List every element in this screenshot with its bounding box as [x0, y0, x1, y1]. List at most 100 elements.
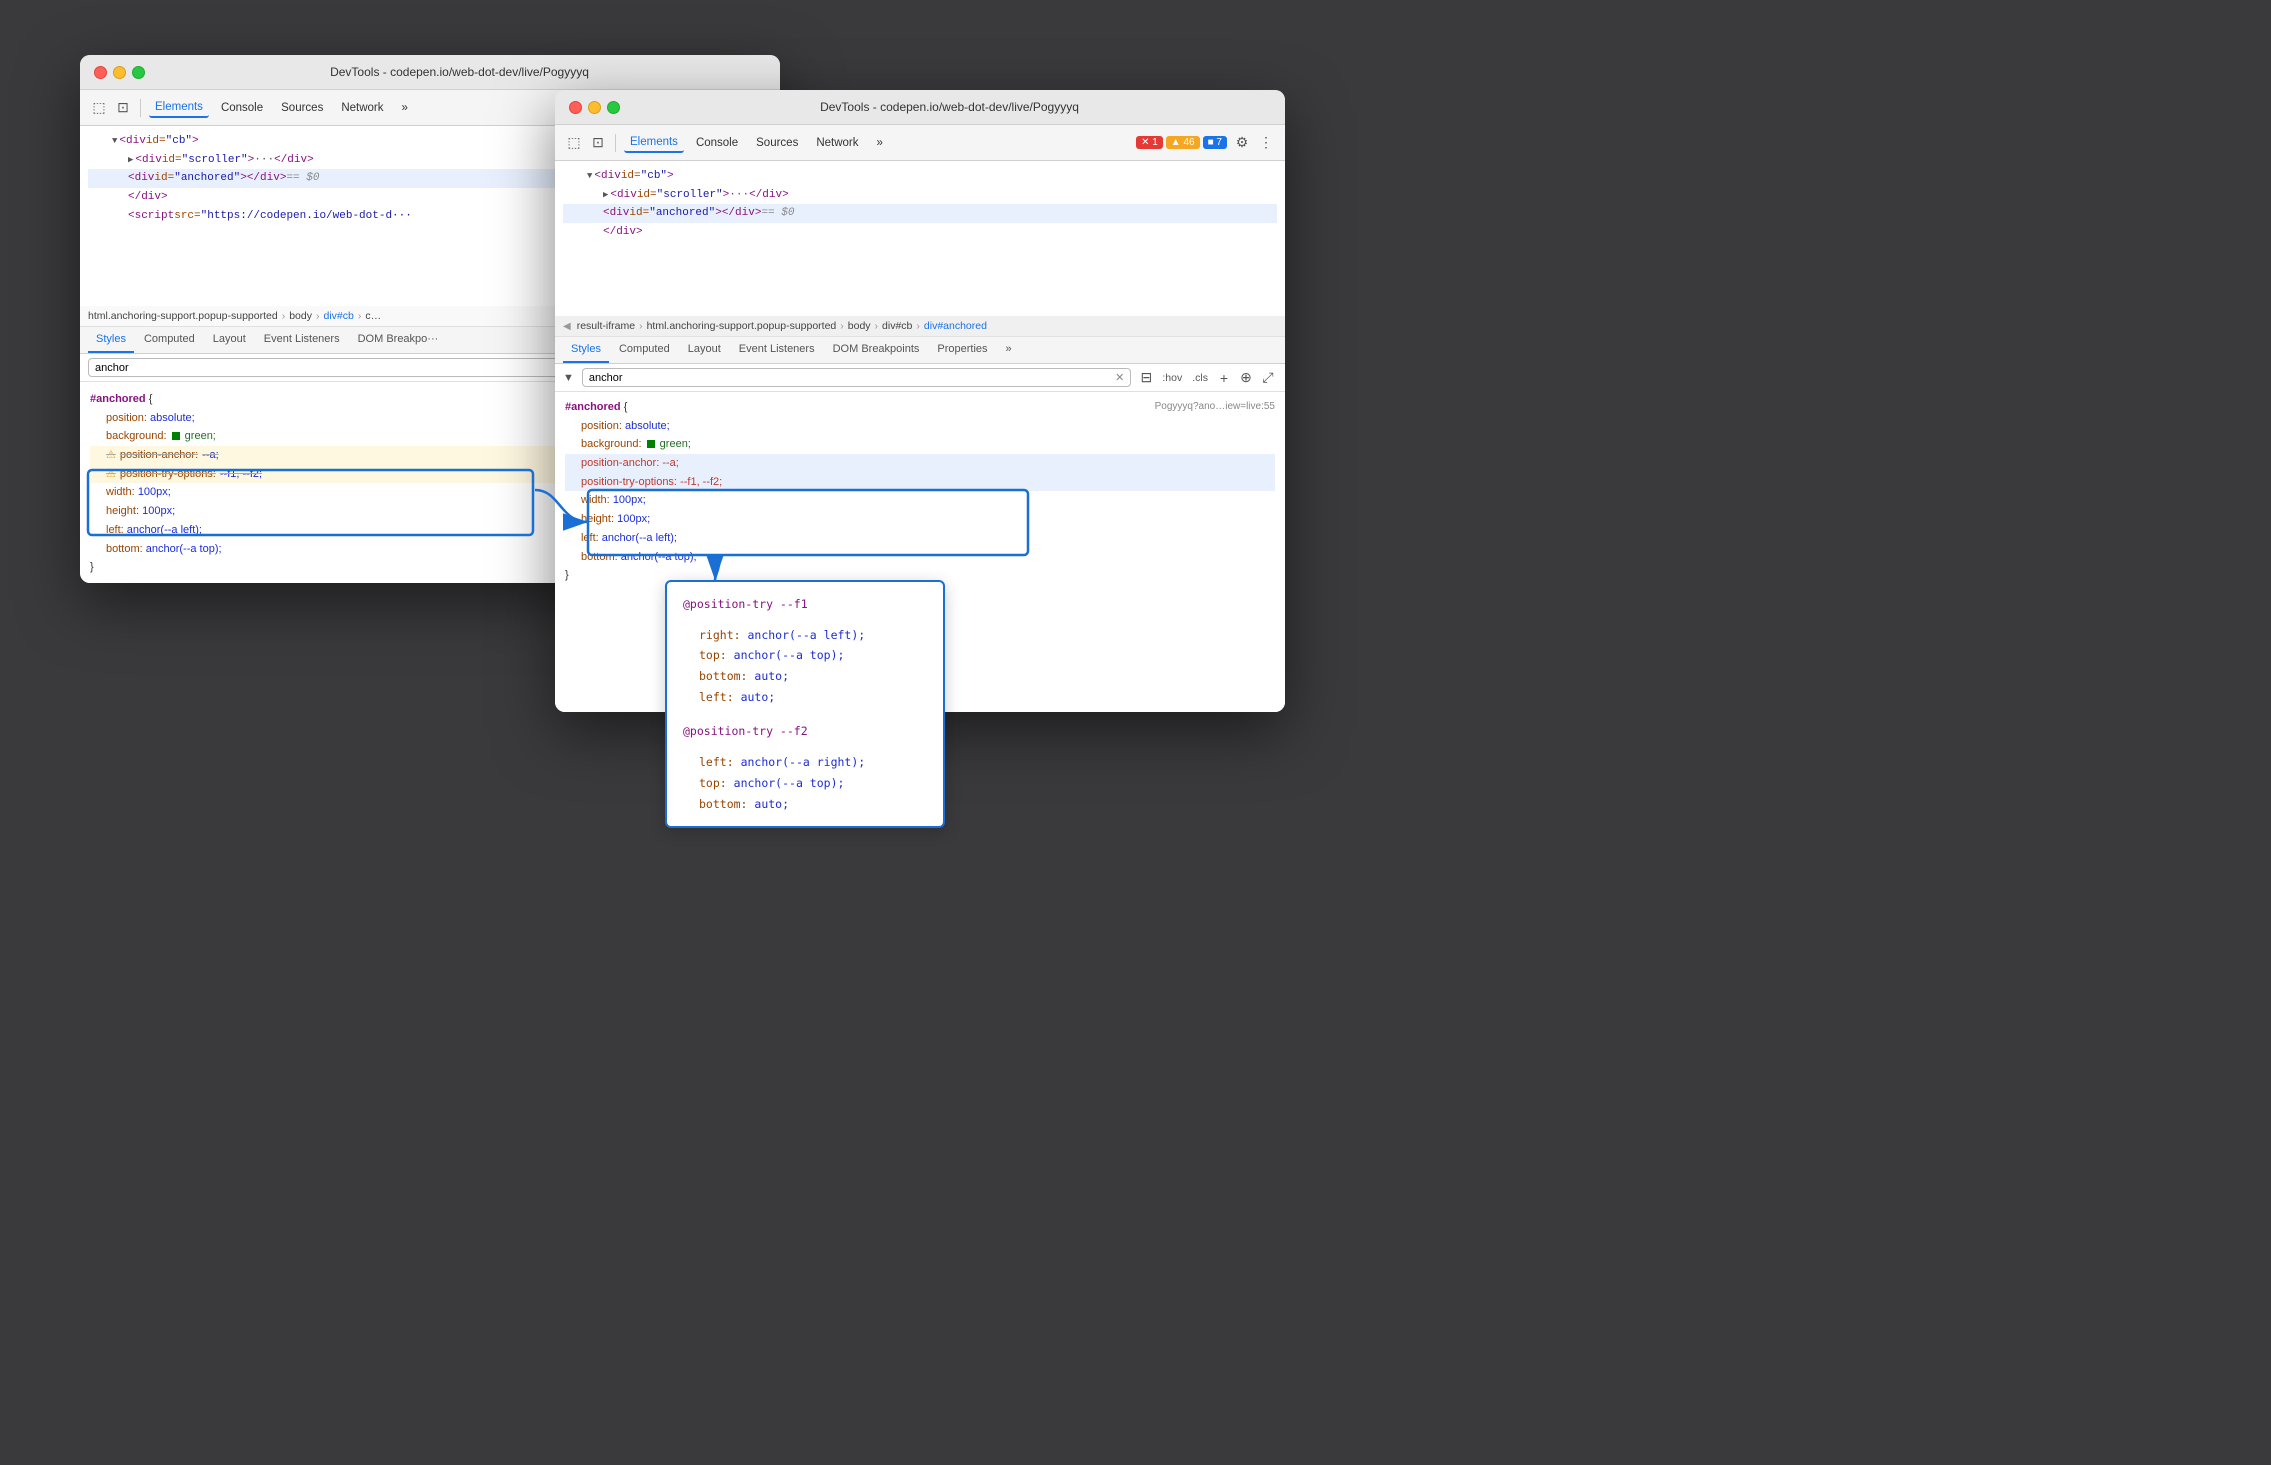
tab-computed-front[interactable]: Computed: [611, 337, 678, 363]
tab-computed-back[interactable]: Computed: [136, 327, 203, 353]
breadcrumb-front-3[interactable]: body: [848, 320, 871, 332]
search-input-front[interactable]: [589, 372, 1115, 384]
prop-left-front: left: anchor(--a left);: [565, 529, 1275, 548]
tab-styles-front[interactable]: Styles: [563, 337, 609, 363]
inspector-icon[interactable]: ⊡: [114, 99, 132, 117]
dom-selected-front: <div id= "anchored" ></div> == $0: [563, 204, 1277, 223]
breadcrumb-front-1[interactable]: result-iframe: [577, 320, 635, 332]
tab-dom-back[interactable]: DOM Breakpo···: [350, 327, 447, 353]
brace-close-front: }: [565, 569, 569, 581]
bc-sep-f1: ›: [639, 320, 643, 332]
tooltip-selector-1: @position-try --f1: [683, 594, 927, 615]
tag-close-anchored-f: ></div>: [715, 204, 761, 223]
cursor-icon-front[interactable]: ⬚: [565, 134, 583, 152]
breadcrumb-back-3[interactable]: div#cb: [323, 310, 353, 322]
toolbar-divider-1: [140, 99, 141, 117]
breadcrumb-front-2[interactable]: html.anchoring-support.popup-supported: [647, 320, 837, 332]
tab-network-front[interactable]: Network: [810, 134, 864, 152]
tp-val-4: auto;: [741, 690, 776, 704]
tp-name-2: top:: [699, 648, 727, 662]
tooltip-prop-1: right: anchor(--a left);: [683, 625, 927, 646]
filter-icon-front[interactable]: ▼: [563, 372, 574, 384]
maximize-button-back[interactable]: [132, 66, 145, 79]
minimize-button-back[interactable]: [113, 66, 126, 79]
prop-try-val-f: --f1, --f2;: [680, 476, 722, 488]
prop-anchor-val-f: --a;: [662, 457, 679, 469]
breadcrumb-back-2[interactable]: body: [289, 310, 312, 322]
search-bar-front: ▼ ✕ ⊟ :hov .cls + ⊕ ⤢: [555, 364, 1285, 392]
tp-name-7: bottom:: [699, 797, 747, 811]
prop-position-front: position: absolute;: [565, 417, 1275, 436]
tooltip-selector-2: @position-try --f2: [683, 721, 927, 742]
tab-styles-back[interactable]: Styles: [88, 327, 134, 353]
tab-console-front[interactable]: Console: [690, 134, 744, 152]
attr-id-2: id=: [162, 151, 182, 170]
settings-icon-front[interactable]: ⚙: [1233, 134, 1251, 152]
tab-layout-back[interactable]: Layout: [205, 327, 254, 353]
at-rule-2: @position-try --f2: [683, 724, 808, 738]
plus-icon-front[interactable]: +: [1215, 369, 1233, 387]
clear-btn-front[interactable]: ✕: [1115, 371, 1124, 384]
attr-val-anchored-f: "anchored": [649, 204, 715, 223]
tooltip-prop-3: bottom: auto;: [683, 666, 927, 687]
tag-anchored-f: <div: [603, 204, 629, 223]
tab-network-back[interactable]: Network: [335, 99, 389, 117]
tooltip-prop-5: left: anchor(--a right);: [683, 752, 927, 773]
dollar-sign: == $0: [286, 169, 319, 188]
minimize-button-front[interactable]: [588, 101, 601, 114]
close-button-front[interactable]: [569, 101, 582, 114]
filter-funnel-front[interactable]: ⊟: [1137, 369, 1155, 387]
prop-bottom-name-f: bottom:: [581, 551, 618, 563]
expand-icon-front[interactable]: ⤢: [1259, 369, 1277, 387]
breadcrumb-back-1[interactable]: html.anchoring-support.popup-supported: [88, 310, 278, 322]
prop-val-bg-back: green;: [185, 430, 216, 442]
tab-props-front[interactable]: Properties: [929, 337, 995, 363]
tp-val-1: anchor(--a left);: [747, 628, 865, 642]
ellipsis-icon-front[interactable]: ⋮: [1257, 134, 1275, 152]
cursor-icon[interactable]: ⬚: [90, 99, 108, 117]
attr-id-f2: id=: [637, 186, 657, 205]
tab-sources-back[interactable]: Sources: [275, 99, 329, 117]
tab-more-panel-front[interactable]: »: [998, 337, 1020, 363]
prop-left-val-f: anchor(--a left);: [602, 532, 677, 544]
tab-elements-front[interactable]: Elements: [624, 133, 684, 153]
prop-anchor-front: position-anchor: --a;: [565, 454, 1275, 473]
attr-id-anchor: id=: [154, 169, 174, 188]
prop-name-try-back: position-try-options:: [120, 465, 216, 484]
bc-sep-f3: ›: [875, 320, 879, 332]
tab-event-back[interactable]: Event Listeners: [256, 327, 348, 353]
tooltip-sep: [683, 707, 927, 721]
close-button-back[interactable]: [94, 66, 107, 79]
tab-elements-back[interactable]: Elements: [149, 98, 209, 118]
tab-more-front[interactable]: »: [871, 134, 889, 152]
scroll-left-front[interactable]: ◀: [563, 321, 571, 332]
inspector-icon-front[interactable]: ⊡: [589, 134, 607, 152]
prop-height-front: height: 100px;: [565, 510, 1275, 529]
search-hov-front[interactable]: :hov: [1159, 371, 1185, 385]
search-cls-front[interactable]: .cls: [1189, 371, 1211, 385]
at-rule-1: @position-try --f1: [683, 597, 808, 611]
breadcrumb-back-4: c…: [365, 310, 381, 322]
panel-tabs-front: Styles Computed Layout Event Listeners D…: [555, 337, 1285, 364]
tab-sources-front[interactable]: Sources: [750, 134, 804, 152]
tab-layout-front[interactable]: Layout: [680, 337, 729, 363]
breadcrumb-front-5[interactable]: div#anchored: [924, 320, 987, 332]
toolbar-divider-front: [615, 134, 616, 152]
ellipsis-f2: ···: [729, 186, 749, 205]
dom-line-f2: ▶ <div id= "scroller" > ··· </div>: [563, 186, 1277, 205]
breadcrumb-sep-3: ›: [358, 310, 362, 322]
prop-try-opts-front: position-try-options: --f1, --f2;: [565, 473, 1275, 492]
tab-console-back[interactable]: Console: [215, 99, 269, 117]
maximize-button-front[interactable]: [607, 101, 620, 114]
tab-more-back[interactable]: »: [396, 99, 414, 117]
prop-width-front: width: 100px;: [565, 491, 1275, 510]
attr-anchored-f: id=: [629, 204, 649, 223]
tp-name-4: left:: [699, 690, 734, 704]
search-wrap-front: ✕: [582, 368, 1132, 387]
tab-dom-front[interactable]: DOM Breakpoints: [825, 337, 928, 363]
tab-event-front[interactable]: Event Listeners: [731, 337, 823, 363]
copy-icon-front[interactable]: ⊕: [1237, 369, 1255, 387]
breadcrumb-front-4[interactable]: div#cb: [882, 320, 912, 332]
tp-val-5: anchor(--a right);: [741, 755, 866, 769]
dom-panel-front: ▼ <div id= "cb" > ▶ <div id= "scroller" …: [555, 161, 1285, 316]
